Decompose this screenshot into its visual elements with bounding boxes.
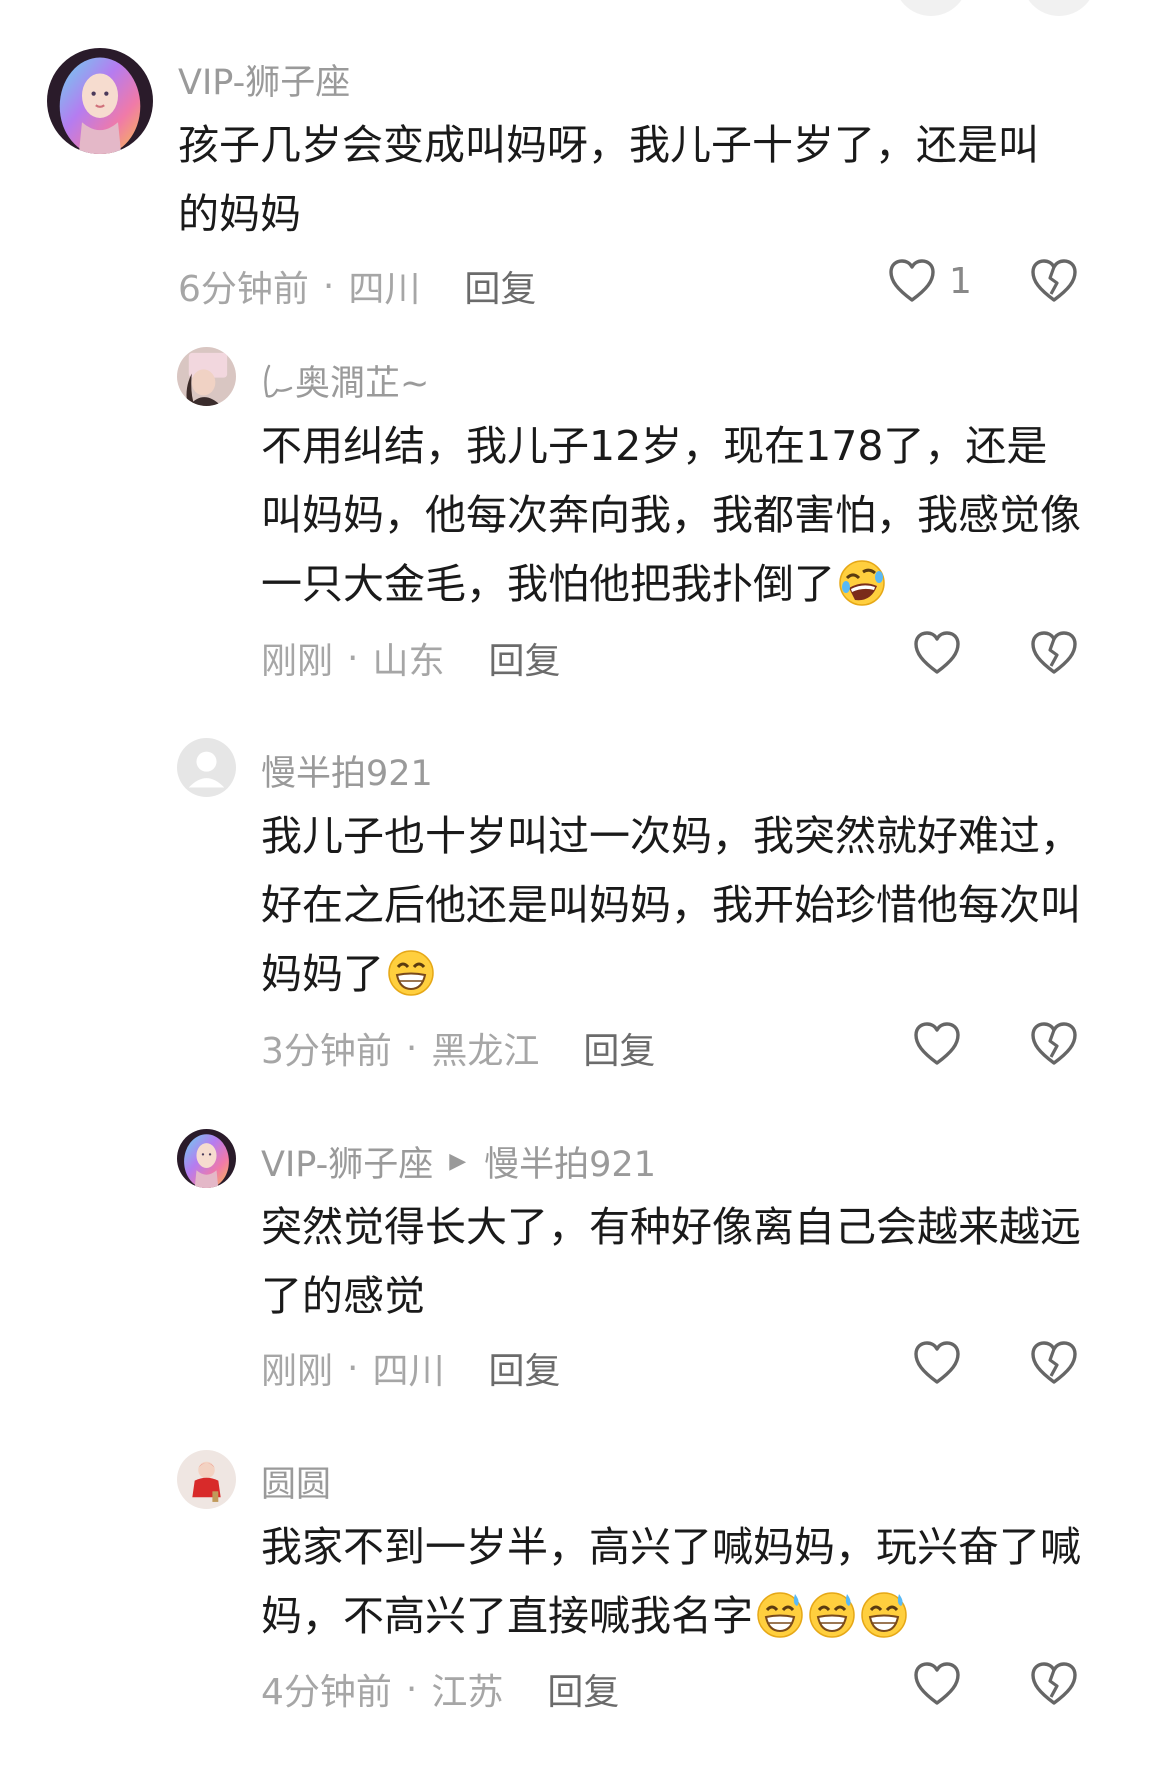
broken-heart-icon (1031, 259, 1077, 302)
comment-meta: 4分钟前 · 江苏 回复 (261, 1663, 619, 1715)
timestamp: 3分钟前 (261, 1031, 392, 1072)
heart-icon (914, 631, 960, 674)
reply-button[interactable]: 回复 (464, 260, 536, 312)
username[interactable]: 奥澗芷~ (261, 355, 429, 406)
dislike-button[interactable] (1029, 1340, 1079, 1386)
comment-text-content: 突然觉得长大了，有种好像离自己会越来越远了的感觉 (261, 1203, 1081, 1320)
heart-icon (889, 259, 935, 302)
broken-heart-icon (1031, 1341, 1077, 1384)
reply-button[interactable]: 回复 (583, 1022, 655, 1074)
heart-icon (914, 1022, 960, 1065)
comment-text-content: 我家不到一岁半，高兴了喊妈妈，玩兴奋了喊妈，不高兴了直接喊我名字 (261, 1523, 1081, 1640)
top-button-partial[interactable] (1022, 0, 1096, 16)
broken-heart-icon (1031, 1022, 1077, 1065)
rolling-laugh-emoji (837, 558, 887, 608)
reply-to-username[interactable]: 慢半拍921 (484, 1136, 656, 1187)
avatar[interactable] (47, 48, 153, 154)
reply-button[interactable]: 回复 (488, 1342, 560, 1394)
heart-icon (914, 1662, 960, 1705)
timestamp: 4分钟前 (261, 1672, 392, 1713)
heart-icon (914, 1341, 960, 1384)
sweat-grin-emoji (859, 1590, 909, 1640)
location: 四川 (348, 269, 421, 310)
timestamp: 6分钟前 (178, 269, 309, 310)
location: 江苏 (431, 1672, 504, 1713)
comment-meta: 刚刚 · 四川 回复 (261, 1342, 561, 1394)
squiggle-icon (261, 362, 295, 400)
comment-text-content: 孩子几岁会变成叫妈呀，我儿子十岁了，还是叫的妈妈 (178, 121, 1039, 238)
reply-button[interactable]: 回复 (547, 1663, 619, 1715)
baby-in-red-avatar (177, 1450, 236, 1509)
woman-photo-avatar (177, 347, 236, 406)
comment-meta: 刚刚 · 山东 回复 (261, 632, 561, 684)
username-text: VIP-狮子座 (178, 63, 351, 103)
username-text: VIP-狮子座 (261, 1145, 434, 1185)
avatar[interactable] (177, 347, 236, 406)
comment-text-content: 我儿子也十岁叫过一次妈，我突然就好难过，好在之后他还是叫妈妈，我开始珍惜他每次叫… (261, 812, 1081, 998)
avatar[interactable] (177, 738, 236, 797)
grin-emoji (386, 948, 436, 998)
username[interactable]: 圆圆 (261, 1456, 331, 1507)
like-button[interactable]: 1 (887, 258, 972, 304)
username[interactable]: VIP-狮子座 (178, 54, 350, 105)
username[interactable]: 慢半拍921 (261, 745, 433, 796)
comment-text: 孩子几岁会变成叫妈呀，我儿子十岁了，还是叫的妈妈 (178, 111, 1078, 249)
like-button[interactable] (912, 1021, 962, 1067)
location: 山东 (372, 641, 445, 682)
comment-text-content: 不用纠结，我儿子12岁，现在178了，还是叫妈妈，他每次奔向我，我都害怕，我感觉… (261, 422, 1081, 608)
like-count: 1 (949, 260, 972, 302)
separator-dot: · (347, 637, 359, 679)
timestamp: 刚刚 (261, 641, 334, 682)
username-text: 圆圆 (261, 1465, 332, 1505)
like-button[interactable] (912, 1340, 962, 1386)
broken-heart-icon (1031, 1662, 1077, 1705)
timestamp: 刚刚 (261, 1351, 334, 1392)
reply-arrow-icon: ▶ (449, 1149, 467, 1174)
dislike-button[interactable] (1029, 258, 1079, 304)
sweat-grin-emoji (755, 1590, 805, 1640)
username[interactable]: VIP-狮子座 ▶ 慢半拍921 (261, 1136, 656, 1187)
dislike-button[interactable] (1029, 1021, 1079, 1067)
comment-meta: 3分钟前 · 黑龙江 回复 (261, 1022, 655, 1074)
comment-meta: 6分钟前 · 四川 回复 (178, 260, 536, 312)
avatar[interactable] (177, 1450, 236, 1509)
location: 黑龙江 (431, 1031, 540, 1072)
like-button[interactable] (912, 1661, 962, 1707)
colorful-hair-girl-avatar (177, 1129, 236, 1188)
separator-dot: · (405, 1027, 418, 1069)
comment-text: 我儿子也十岁叫过一次妈，我突然就好难过，好在之后他还是叫妈妈，我开始珍惜他每次叫… (261, 802, 1081, 1009)
location: 四川 (372, 1351, 445, 1392)
username-text: 奥澗芷~ (295, 364, 430, 404)
comment-text: 不用纠结，我儿子12岁，现在178了，还是叫妈妈，他每次奔向我，我都害怕，我感觉… (261, 412, 1081, 619)
broken-heart-icon (1031, 631, 1077, 674)
comment-text: 突然觉得长大了，有种好像离自己会越来越远了的感觉 (261, 1193, 1081, 1331)
reply-button[interactable]: 回复 (488, 632, 560, 684)
username-text: 慢半拍921 (261, 754, 433, 794)
dislike-button[interactable] (1029, 630, 1079, 676)
separator-dot: · (347, 1347, 359, 1389)
top-button-partial[interactable] (894, 0, 968, 16)
dislike-button[interactable] (1029, 1661, 1079, 1707)
colorful-hair-girl-avatar (47, 48, 153, 154)
default-person-avatar (177, 738, 236, 797)
separator-dot: · (405, 1668, 418, 1710)
sweat-grin-emoji (807, 1590, 857, 1640)
avatar[interactable] (177, 1129, 236, 1188)
comment-text: 我家不到一岁半，高兴了喊妈妈，玩兴奋了喊妈，不高兴了直接喊我名字 (261, 1513, 1081, 1651)
like-button[interactable] (912, 630, 962, 676)
top-toolbar-edge (0, 0, 1152, 20)
separator-dot: · (322, 265, 335, 307)
